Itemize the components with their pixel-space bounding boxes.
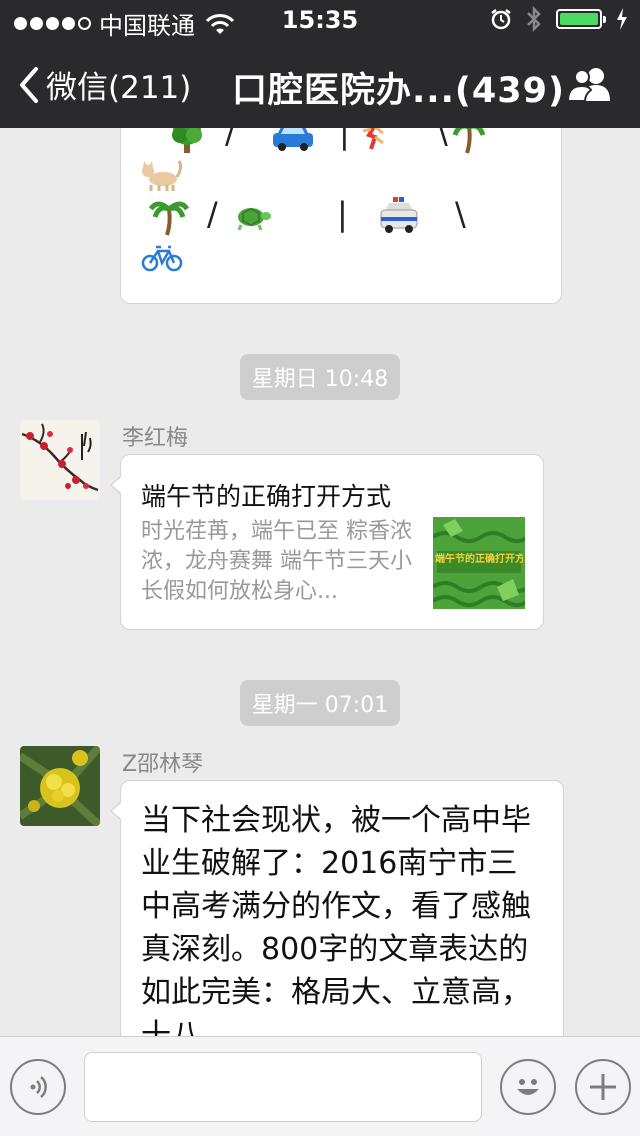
- status-right: [490, 6, 628, 32]
- link-thumbnail: 端午节的正确打开方式: [433, 517, 525, 609]
- emoji-button[interactable]: [500, 1059, 556, 1115]
- voice-icon: [30, 1076, 47, 1098]
- cat-icon: [142, 160, 183, 191]
- people-icon: [566, 68, 610, 102]
- bar-symbol: |: [337, 195, 348, 233]
- voice-button[interactable]: [10, 1059, 66, 1115]
- backslash-symbol: \: [455, 195, 466, 233]
- back-label: 微信(211): [46, 70, 192, 106]
- back-button[interactable]: 微信(211): [18, 62, 191, 107]
- timestamp: 星期一 07:01: [0, 680, 640, 726]
- bicycle-icon: [141, 245, 183, 272]
- slash-symbol: /: [225, 128, 236, 151]
- chevron-left-icon: [20, 66, 38, 103]
- runner-icon: [362, 128, 384, 150]
- bar-symbol: |: [339, 128, 350, 151]
- timestamp: 星期日 10:48: [0, 354, 640, 400]
- alarm-icon: [491, 9, 511, 30]
- car-icon: [273, 128, 313, 151]
- backslash-symbol: \: [437, 128, 448, 151]
- slash-symbol: /: [207, 195, 218, 233]
- thumbnail-caption: 端午节的正确打开方式: [435, 554, 523, 565]
- timestamp-label: 星期一 07:01: [239, 680, 401, 726]
- link-title: 端午节的正确打开方式: [141, 482, 392, 511]
- link-card[interactable]: 端午节的正确打开方式 时光荏苒，端午已至 粽香浓浓，龙舟赛舞 端午节三天小长假如…: [110, 454, 544, 630]
- timestamp-label: 星期日 10:48: [239, 354, 401, 400]
- plum-blossom-avatar-image: [20, 420, 100, 500]
- avatar[interactable]: [20, 746, 100, 826]
- flower-avatar-image: [20, 746, 100, 826]
- sender-name: Z邵林琴: [122, 752, 204, 777]
- turtle-icon: [237, 208, 271, 231]
- battery-icon: [556, 9, 606, 29]
- avatar[interactable]: [20, 420, 100, 500]
- text-message-bubble[interactable]: 当下社会现状，被一个高中毕业生破解了：2016南宁市三中高考满分的作文，看了感触…: [110, 780, 564, 1036]
- palm-icon: [452, 128, 486, 154]
- smiley-icon: [517, 1079, 539, 1095]
- more-button[interactable]: [575, 1059, 631, 1115]
- police-car-icon: [380, 197, 418, 233]
- plus-icon: [590, 1074, 616, 1100]
- bluetooth-icon: [527, 6, 541, 32]
- nav-bar: 微信(211) 口腔医院办...(439): [0, 40, 640, 128]
- sender-name: 李红梅: [122, 426, 189, 451]
- status-bar: 中国联通 15:35: [0, 0, 640, 40]
- message-text: 当下社会现状，被一个高中毕业生破解了：2016南宁市三中高考满分的作文，看了感触…: [141, 803, 531, 1036]
- charging-icon: [617, 8, 627, 30]
- chat-title: 口腔医院办...(439): [232, 71, 565, 111]
- group-members-button[interactable]: [566, 66, 614, 106]
- palm-icon: [149, 201, 189, 236]
- link-description: 时光荏苒，端午已至 粽香浓浓，龙舟赛舞 端午节三天小长假如何放松身心...: [141, 519, 412, 604]
- message-input[interactable]: [84, 1052, 482, 1122]
- chat-area[interactable]: / | \ / | \ 星期日 10:48 李红梅 端午节的正确打开方式 时光荏…: [0, 128, 640, 1036]
- tree-icon: [172, 128, 202, 153]
- emoji-message-bubble[interactable]: / | \ / | \: [120, 128, 562, 304]
- input-bar: [0, 1036, 640, 1136]
